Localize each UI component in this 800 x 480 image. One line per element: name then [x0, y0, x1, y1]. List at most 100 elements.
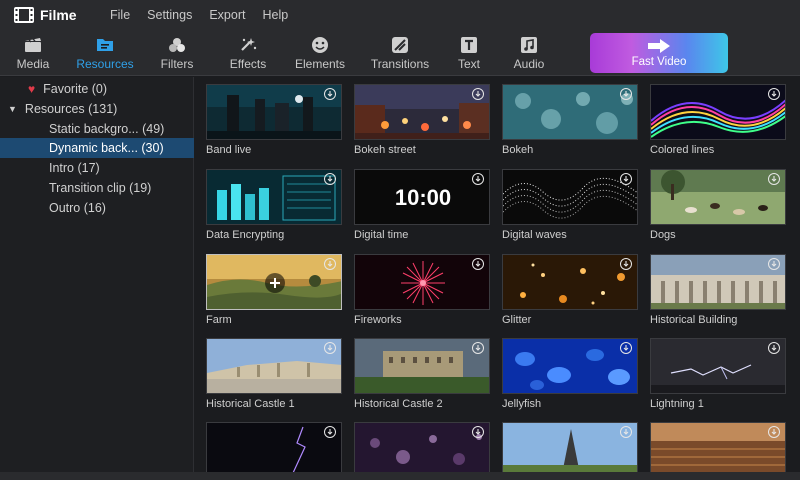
thumbnail[interactable] — [354, 84, 490, 140]
resource-card-dogs: Dogs — [650, 169, 786, 241]
download-icon[interactable] — [620, 426, 632, 438]
card-title: Historical Building — [650, 314, 738, 326]
add-plus-icon[interactable] — [265, 273, 285, 293]
download-icon[interactable] — [472, 342, 484, 354]
sidebar-item-static-backgrounds[interactable]: Static backgro... (49) — [0, 119, 194, 139]
sidebar-item-label: Static backgro... (49) — [49, 122, 165, 136]
card-title: Data Encrypting — [206, 229, 285, 241]
download-icon[interactable] — [472, 173, 484, 185]
menu-help[interactable]: Help — [262, 8, 288, 22]
thumbnail[interactable] — [650, 338, 786, 394]
download-icon[interactable] — [472, 426, 484, 438]
menu-export[interactable]: Export — [209, 8, 245, 22]
download-icon[interactable] — [620, 173, 632, 185]
card-title: Historical Castle 2 — [354, 398, 443, 410]
filters-icon — [167, 36, 187, 54]
thumbnail[interactable] — [206, 169, 342, 225]
card-title: Bokeh street — [354, 144, 416, 156]
tab-label: Elements — [294, 56, 346, 71]
thumbnail[interactable] — [354, 254, 490, 310]
resource-card-historical-building: Historical Building — [650, 254, 786, 326]
thumbnail[interactable] — [206, 254, 342, 310]
download-icon[interactable] — [768, 173, 780, 185]
sidebar-item-resources[interactable]: ▼ Resources (131) — [0, 99, 194, 119]
download-icon[interactable] — [472, 258, 484, 270]
fast-video-label: Fast Video — [631, 56, 687, 68]
thumbnail[interactable] — [206, 84, 342, 140]
thumbnail[interactable] — [650, 254, 786, 310]
bokeh-thumbnail — [503, 85, 637, 139]
download-icon[interactable] — [620, 258, 632, 270]
tab-label: Filters — [160, 56, 194, 71]
resource-card-digital-time: 10:00 Digital time — [354, 169, 490, 241]
resource-card — [206, 422, 342, 472]
download-icon[interactable] — [620, 342, 632, 354]
card-title: Fireworks — [354, 314, 402, 326]
resource-card-glitter: Glitter — [502, 254, 638, 326]
resource-card-digital-waves: Digital waves — [502, 169, 638, 241]
tab-transitions[interactable]: Transitions — [364, 30, 436, 76]
thumbnail[interactable] — [650, 169, 786, 225]
resource-card — [502, 422, 638, 472]
card-title: Historical Castle 1 — [206, 398, 295, 410]
thumbnail[interactable] — [650, 422, 786, 472]
fast-video-button[interactable]: Fast Video — [590, 33, 728, 73]
resource-sidebar: ♥ Favorite (0) ▼ Resources (131) Static … — [0, 77, 194, 472]
tab-resources[interactable]: Resources — [70, 30, 140, 76]
tab-effects[interactable]: Effects — [226, 30, 270, 76]
download-icon[interactable] — [620, 88, 632, 100]
thumbnail[interactable] — [502, 422, 638, 472]
download-icon[interactable] — [768, 342, 780, 354]
download-icon[interactable] — [768, 88, 780, 100]
menu-settings[interactable]: Settings — [147, 8, 192, 22]
thumbnail[interactable] — [206, 338, 342, 394]
download-icon[interactable] — [324, 426, 336, 438]
jellyfish-thumbnail — [503, 339, 637, 393]
download-icon[interactable] — [472, 88, 484, 100]
folder-icon — [95, 36, 115, 54]
tab-text[interactable]: Text — [452, 30, 486, 76]
sidebar-item-transition-clip[interactable]: Transition clip (19) — [0, 178, 194, 198]
eiffel-tower-thumbnail — [503, 423, 637, 472]
thumbnail[interactable] — [502, 169, 638, 225]
thumbnail[interactable] — [502, 84, 638, 140]
sidebar-item-label: Dynamic back... (30) — [49, 141, 164, 155]
digital-time-text: 10:00 — [394, 185, 452, 210]
thumbnail[interactable] — [502, 338, 638, 394]
sidebar-item-label: Favorite (0) — [43, 82, 108, 96]
toolbar: Media Resources Filters Effects Elements… — [0, 30, 800, 76]
sidebar-item-favorite[interactable]: ♥ Favorite (0) — [0, 79, 194, 99]
thumbnail[interactable] — [354, 338, 490, 394]
tab-filters[interactable]: Filters — [156, 30, 198, 76]
smiley-icon — [310, 36, 330, 54]
thumbnail[interactable] — [650, 84, 786, 140]
sunset-water-thumbnail — [651, 423, 785, 472]
tab-label: Audio — [513, 56, 545, 71]
sidebar-item-dynamic-backgrounds[interactable]: Dynamic back... (30) — [0, 138, 194, 158]
asteroids-thumbnail — [355, 423, 489, 472]
download-icon[interactable] — [324, 88, 336, 100]
caret-down-icon[interactable]: ▼ — [8, 104, 17, 114]
resource-card-band-live: Band live — [206, 84, 342, 156]
download-icon[interactable] — [324, 258, 336, 270]
sidebar-item-label: Resources (131) — [24, 102, 118, 116]
tab-audio[interactable]: Audio — [508, 30, 550, 76]
sidebar-item-outro[interactable]: Outro (16) — [0, 198, 194, 218]
tab-media[interactable]: Media — [12, 30, 54, 76]
sidebar-item-intro[interactable]: Intro (17) — [0, 158, 194, 178]
music-icon — [519, 36, 539, 54]
historical-castle-1-thumbnail — [207, 339, 341, 393]
menu-file[interactable]: File — [110, 8, 130, 22]
download-icon[interactable] — [768, 426, 780, 438]
tab-elements[interactable]: Elements — [290, 30, 350, 76]
thumbnail[interactable] — [502, 254, 638, 310]
lightning-1-thumbnail — [651, 339, 785, 393]
download-icon[interactable] — [324, 342, 336, 354]
thumbnail[interactable] — [354, 422, 490, 472]
resource-card-historical-castle-2: Historical Castle 2 — [354, 338, 490, 410]
download-icon[interactable] — [768, 258, 780, 270]
thumbnail[interactable] — [206, 422, 342, 472]
card-title: Colored lines — [650, 144, 715, 156]
thumbnail[interactable]: 10:00 — [354, 169, 490, 225]
download-icon[interactable] — [324, 173, 336, 185]
